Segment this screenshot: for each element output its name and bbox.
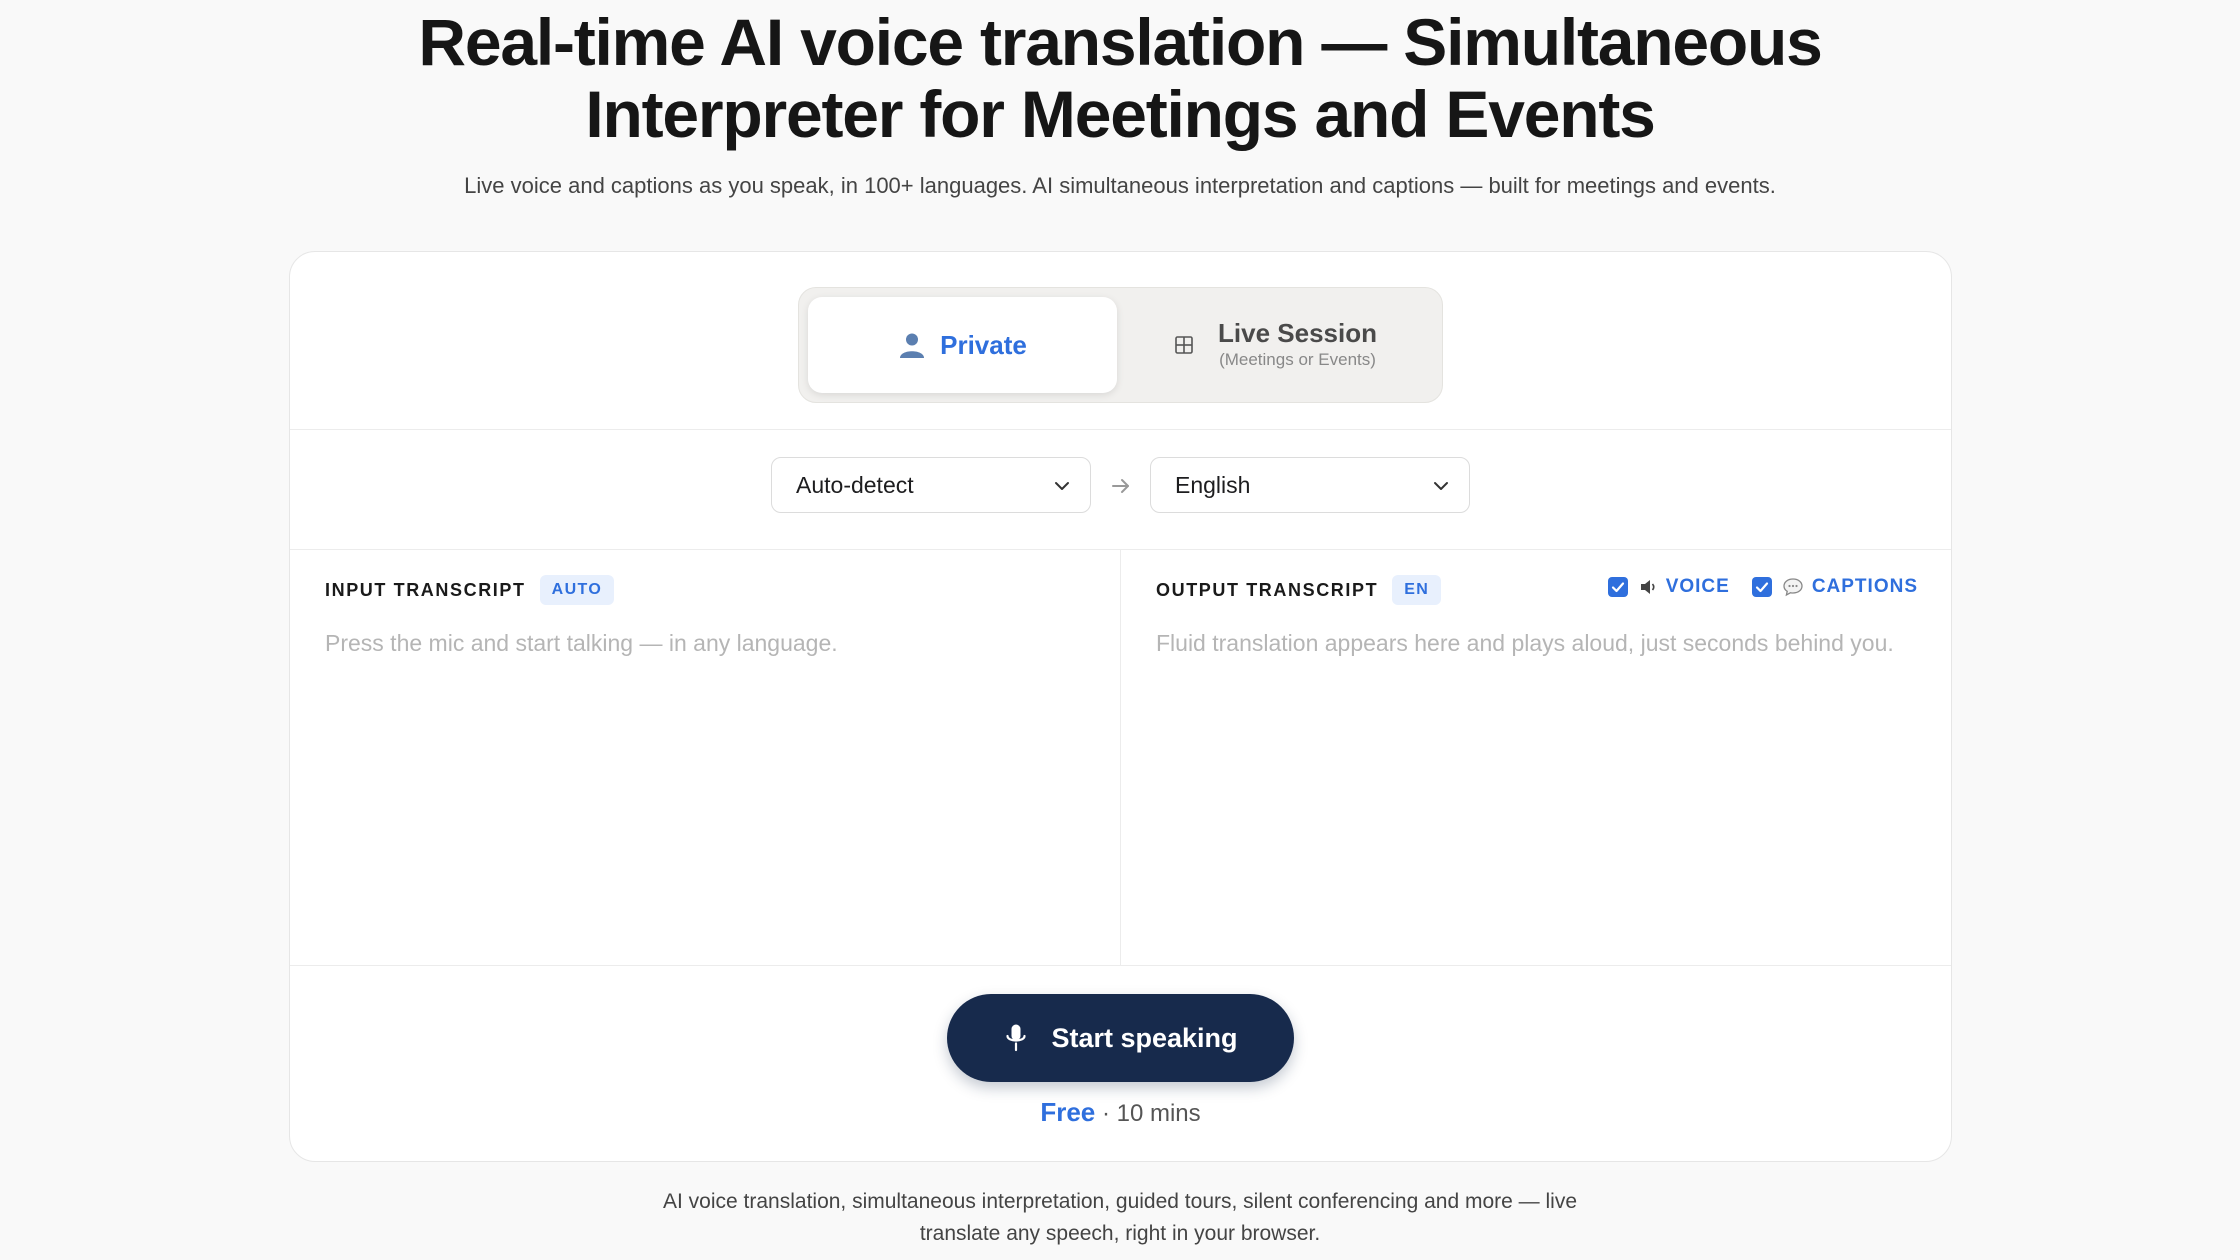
input-language-badge: AUTO (539, 575, 615, 605)
captions-label: CAPTIONS (1811, 576, 1918, 597)
speaker-icon (1640, 580, 1655, 594)
mode-private-button[interactable]: Private (808, 297, 1117, 393)
output-transcript-placeholder: Fluid translation appears here and plays… (1156, 630, 1894, 656)
footer-note: AI voice translation, simultaneous inter… (0, 1186, 2240, 1250)
mode-private-label: Private (940, 329, 1027, 360)
chevron-down-icon (1434, 482, 1448, 490)
input-transcript-header: INPUT TRANSCRIPT AUTO (325, 575, 615, 605)
person-icon (900, 333, 925, 358)
speech-bubble-icon (1783, 578, 1803, 597)
output-toggles: VOICE CAPTIONS (1586, 576, 1918, 598)
source-language-value: Auto-detect (796, 471, 914, 498)
mode-live-text: Live Session (Meetings or Events) (1218, 318, 1377, 372)
target-language-value: English (1175, 471, 1251, 498)
target-language-select[interactable]: English (1150, 457, 1470, 513)
pricing-free-label: Free (1040, 1097, 1096, 1127)
mode-switch: Private Live Session (Meetings or Events… (798, 287, 1443, 403)
footer-line-1: AI voice translation, simultaneous inter… (663, 1190, 1577, 1213)
start-speaking-button[interactable]: Start speaking (947, 994, 1294, 1082)
pricing-note: Free · 10 mins (289, 1097, 1952, 1128)
page-title-line-1: Real-time AI voice translation — Simulta… (418, 5, 1822, 79)
arrow-right-icon (1112, 479, 1129, 493)
page-title-line-2: Interpreter for Meetings and Events (585, 77, 1655, 151)
start-speaking-label: Start speaking (1051, 1022, 1238, 1053)
captions-toggle[interactable]: CAPTIONS (1751, 576, 1918, 598)
mode-live-title: Live Session (1218, 318, 1377, 348)
language-row: Auto-detect English (290, 430, 1951, 550)
source-language-select[interactable]: Auto-detect (771, 457, 1091, 513)
output-transcript-header: OUTPUT TRANSCRIPT EN (1156, 575, 1442, 605)
mode-live-session-button[interactable]: Live Session (Meetings or Events) (1121, 297, 1430, 393)
output-language-badge: EN (1392, 575, 1442, 605)
transcript-panels: INPUT TRANSCRIPT AUTO Press the mic and … (290, 550, 1951, 966)
output-transcript-panel: OUTPUT TRANSCRIPT EN VOICE CAPTIONS Flui… (1121, 550, 1951, 966)
checkmark-icon (1611, 582, 1624, 593)
mode-section: Private Live Session (Meetings or Events… (290, 252, 1951, 430)
input-transcript-panel: INPUT TRANSCRIPT AUTO Press the mic and … (290, 550, 1121, 966)
page-subtitle: Live voice and captions as you speak, in… (464, 173, 1776, 198)
captions-checkbox[interactable] (1751, 577, 1772, 597)
page-title: Real-time AI voice translation — Simulta… (0, 6, 2240, 150)
chevron-down-icon (1055, 482, 1069, 490)
checkmark-icon (1755, 582, 1768, 593)
mode-live-subtitle: (Meetings or Events) (1219, 350, 1376, 369)
voice-toggle[interactable]: VOICE (1607, 576, 1730, 598)
microphone-icon (1006, 1024, 1027, 1052)
grid-icon (1175, 336, 1193, 354)
output-transcript-title: OUTPUT TRANSCRIPT (1156, 579, 1379, 600)
input-transcript-placeholder: Press the mic and start talking — in any… (325, 630, 838, 656)
footer-line-2: translate any speech, right in your brow… (919, 1222, 1321, 1245)
input-transcript-title: INPUT TRANSCRIPT (325, 579, 526, 600)
voice-checkbox[interactable] (1607, 577, 1628, 597)
pricing-duration: · 10 mins (1101, 1100, 1201, 1127)
voice-label: VOICE (1665, 576, 1730, 597)
